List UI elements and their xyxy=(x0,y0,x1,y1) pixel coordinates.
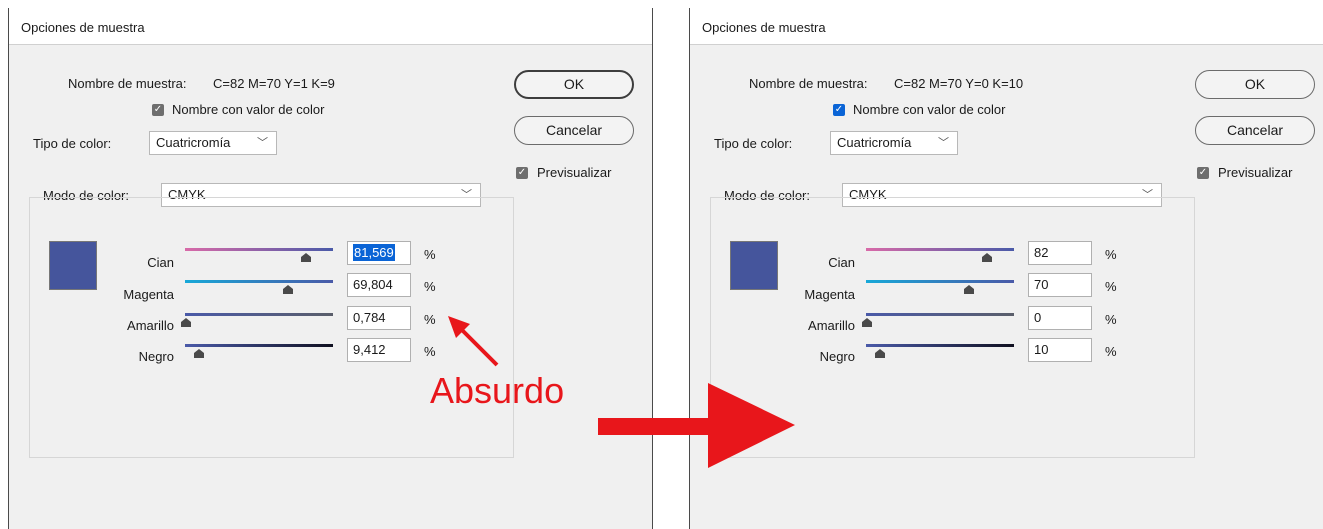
red-arrow-small-icon xyxy=(448,316,499,367)
annotation-text: Absurdo xyxy=(430,370,565,411)
annotation-overlay xyxy=(448,316,795,468)
red-arrow-large-icon xyxy=(598,383,795,468)
